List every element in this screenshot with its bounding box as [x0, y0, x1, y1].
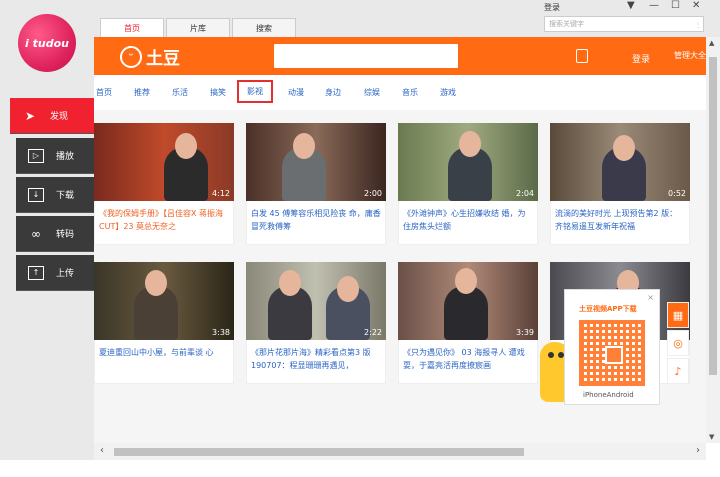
nav-item-lifestyle[interactable]: 乐活 [172, 87, 188, 98]
headset-icon[interactable]: ◎ [667, 330, 689, 356]
qr-platforms: iPhoneAndroid [583, 391, 634, 399]
nav-item-home[interactable]: 首页 [96, 87, 112, 98]
video-duration: 2:00 [364, 189, 382, 198]
app-sidebar: i tudou ➤ 发现 ▷ 播放 ↓ 下载 ∞ 转码 ↑ 上传 [0, 0, 94, 460]
scroll-down-icon[interactable]: ▼ [709, 433, 714, 441]
sidebar-item-play[interactable]: ▷ 播放 [16, 138, 94, 174]
video-thumbnail[interactable]: 2:04 [398, 123, 538, 201]
login-link[interactable]: 登录 [544, 2, 560, 13]
video-thumbnail[interactable]: 2:00 [246, 123, 386, 201]
nav-item-nearby[interactable]: 身边 [325, 87, 341, 98]
video-card[interactable]: 2:04 《外滩钟声》心生招嫌收结 婚，为住房焦头烂额 [398, 123, 538, 245]
qr-code-icon [579, 320, 645, 386]
site-search-input[interactable] [274, 44, 458, 68]
video-card[interactable]: 4:12 《我的保姆手册》【吕佳容X 蒋振海 CUT】23 莫总无奈之 [94, 123, 234, 245]
video-duration: 2:22 [364, 328, 382, 337]
close-icon[interactable]: × [647, 293, 654, 302]
video-card[interactable]: 2:22 《那片花那片海》精彩看点第3 版190707：程显珊珊再遇见， [246, 262, 386, 384]
scroll-right-icon[interactable]: › [696, 445, 700, 456]
video-thumbnail[interactable]: 3:38 [94, 262, 234, 340]
video-thumbnail[interactable]: 2:22 [246, 262, 386, 340]
nav-item-recommend[interactable]: 推荐 [134, 87, 150, 98]
site-header: ᵕ 土豆 登录 管理大全 [94, 37, 706, 75]
upload-video-icon[interactable] [576, 49, 588, 63]
sidebar-item-upload[interactable]: ↑ 上传 [16, 255, 94, 291]
video-thumbnail[interactable]: 4:12 [94, 123, 234, 201]
video-caption[interactable]: 《那片花那片海》精彩看点第3 版190707：程显珊珊再遇见， [246, 340, 386, 384]
infinity-icon: ∞ [31, 226, 41, 241]
sidebar-item-label: 发现 [50, 112, 69, 122]
play-icon: ▷ [28, 148, 44, 163]
sidebar-item-transcode[interactable]: ∞ 转码 [16, 216, 94, 252]
video-caption[interactable]: 白发 45 傅筹容乐相见险丧 命，庸香冒死救傅筹 [246, 201, 386, 245]
tudou-face-icon: ᵕ [120, 45, 142, 68]
tab-search[interactable]: 搜索 [232, 18, 296, 37]
video-card[interactable]: 3:39 《只为遇见你》 03 海报寻人 遭戏耍，于嘉亮活再度撩宸画 [398, 262, 538, 384]
maximize-icon[interactable]: ☐ [671, 0, 680, 11]
search-placeholder: 搜索关键字 [549, 20, 584, 28]
video-caption[interactable]: 《外滩钟声》心生招嫌收结 婚，为住房焦头烂额 [398, 201, 538, 245]
send-icon: ➤ [24, 108, 36, 123]
header-manage-link[interactable]: 管理大全 [674, 50, 706, 61]
sidebar-item-label: 下载 [56, 191, 75, 201]
video-duration: 4:12 [212, 189, 230, 198]
vertical-scrollbar[interactable]: ▲ ▼ [706, 37, 720, 443]
minimize-icon[interactable]: — [649, 0, 659, 11]
video-caption[interactable]: 《只为遇见你》 03 海报寻人 遭戏耍，于嘉亮活再度撩宸画 [398, 340, 538, 384]
nav-item-music[interactable]: 音乐 [402, 87, 418, 98]
nav-item-anime[interactable]: 动漫 [288, 87, 304, 98]
video-card[interactable]: 2:00 白发 45 傅筹容乐相见险丧 命，庸香冒死救傅筹 [246, 123, 386, 245]
nav-item-film[interactable]: 影视 [237, 80, 273, 103]
qr-title: 土豆视频APP下载 [579, 305, 637, 313]
download-icon: ↓ [28, 187, 44, 202]
vertical-scroll-thumb[interactable] [709, 57, 717, 375]
search-input[interactable]: 搜索关键字 ⫶ [544, 16, 704, 32]
sidebar-item-discover[interactable]: ➤ 发现 [10, 98, 94, 134]
scroll-left-icon[interactable]: ‹ [100, 445, 104, 456]
scroll-up-icon[interactable]: ▲ [709, 39, 714, 47]
video-duration: 0:52 [668, 189, 686, 198]
nav-item-games[interactable]: 游戏 [440, 87, 456, 98]
video-caption[interactable]: 流淌的美好时光 上现预告第2 版：齐铭易遥互发新年祝福 [550, 201, 690, 245]
close-icon[interactable]: ✕ [692, 0, 700, 11]
brand-name: 土豆 [146, 49, 180, 69]
window-topbar: 首页 片库 搜索 登录 ▼ — ☐ ✕ 搜索关键字 ⫶ [94, 0, 720, 37]
app-download-popup: × 土豆视频APP下载 iPhoneAndroid [564, 289, 660, 405]
video-card[interactable]: 3:38 夏迪重回山中小屋，与前辈谈 心 [94, 262, 234, 384]
tab-home[interactable]: 首页 [100, 18, 164, 37]
nav-item-variety[interactable]: 综娱 [364, 87, 380, 98]
category-nav: 首页 推荐 乐活 搞笑 影视 动漫 身边 综娱 音乐 游戏 [94, 78, 706, 110]
header-login-link[interactable]: 登录 [632, 52, 650, 65]
video-duration: 3:38 [212, 328, 230, 337]
sidebar-item-download[interactable]: ↓ 下载 [16, 177, 94, 213]
horizontal-scroll-thumb[interactable] [114, 448, 524, 456]
video-caption[interactable]: 夏迪重回山中小屋，与前辈谈 心 [94, 340, 234, 384]
video-caption[interactable]: 《我的保姆手册》【吕佳容X 蒋振海 CUT】23 莫总无奈之 [94, 201, 234, 245]
video-duration: 3:39 [516, 328, 534, 337]
side-toolbar: ▦ ◎ ♪ [667, 302, 689, 386]
video-card[interactable]: 0:52 流淌的美好时光 上现预告第2 版：齐铭易遥互发新年祝福 [550, 123, 690, 245]
video-thumbnail[interactable]: 3:39 [398, 262, 538, 340]
nav-item-funny[interactable]: 搞笑 [210, 87, 226, 98]
tudou-logo[interactable]: i tudou [18, 14, 76, 72]
search-icon[interactable]: ⫶ [697, 19, 699, 33]
bell-icon[interactable]: ♪ [667, 358, 689, 384]
sidebar-item-label: 播放 [56, 152, 75, 162]
horizontal-scrollbar[interactable]: ‹ › [94, 443, 706, 460]
video-thumbnail[interactable]: 0:52 [550, 123, 690, 201]
tab-library[interactable]: 片库 [166, 18, 230, 37]
tudou-brand-logo[interactable]: ᵕ 土豆 [120, 44, 180, 69]
sidebar-item-label: 上传 [56, 269, 75, 279]
video-duration: 2:04 [516, 189, 534, 198]
upload-icon: ↑ [28, 265, 44, 280]
sidebar-item-label: 转码 [56, 230, 75, 240]
qr-toggle-icon[interactable]: ▦ [667, 302, 689, 328]
dropdown-icon[interactable]: ▼ [627, 0, 635, 11]
